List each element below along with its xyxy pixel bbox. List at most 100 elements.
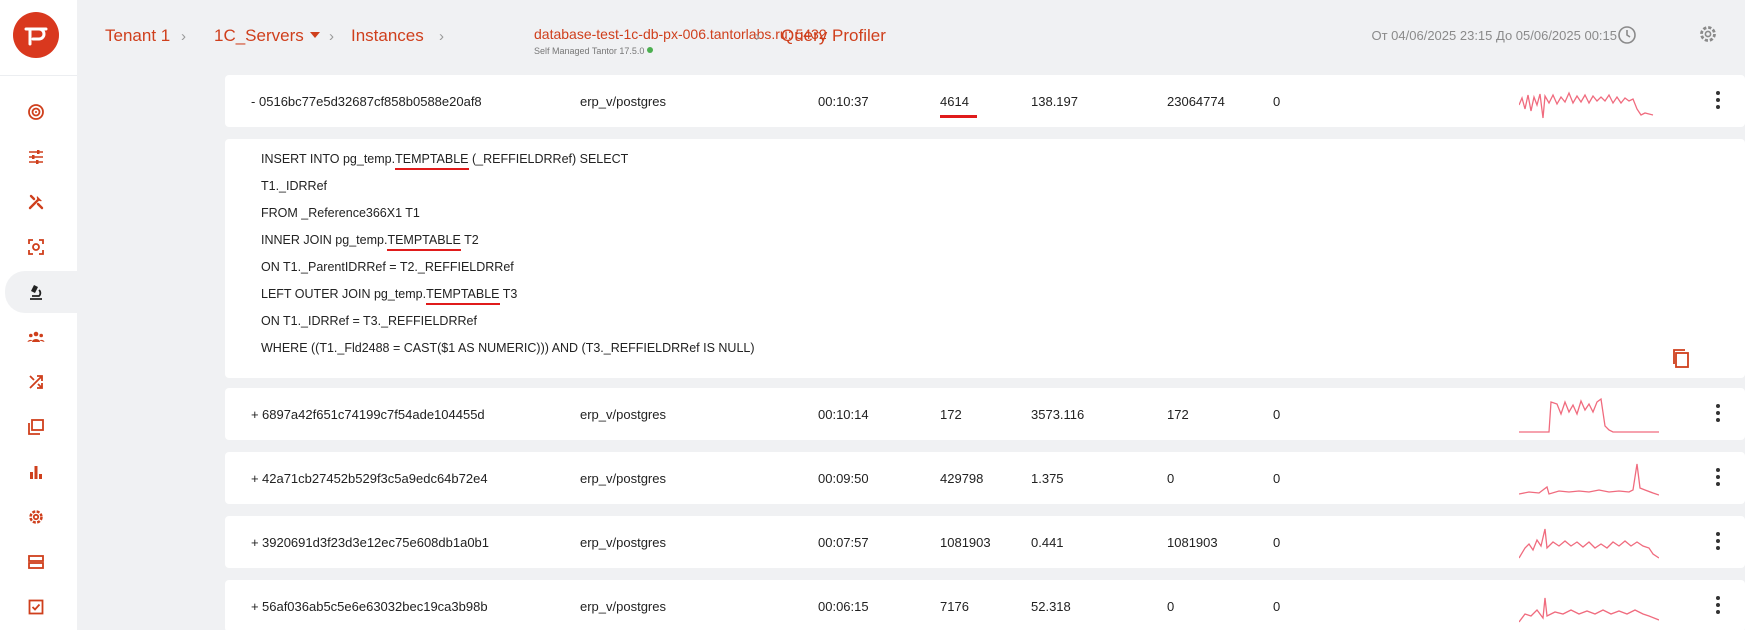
nav-scan[interactable]	[5, 226, 77, 268]
sql-line: WHERE ((T1._Fld2488 = CAST($1 AS NUMERIC…	[261, 341, 755, 355]
breadcrumb-group[interactable]: 1C_Servers	[214, 26, 320, 46]
sql-line: ON T1._IDRRef = T3._REFFIELDRRef	[261, 314, 477, 328]
breadcrumb-group-label: 1C_Servers	[214, 26, 304, 45]
calls-value: 7176	[940, 599, 969, 614]
sql-text: INSERT INTO pg_temp.	[261, 152, 396, 166]
sql-line: INSERT INTO pg_temp.TEMPTABLE (_REFFIELD…	[261, 152, 629, 170]
caret-down-icon	[309, 32, 320, 38]
table-row[interactable]: + 3920691d3f23d3e12ec75e608db1a0b1 erp_v…	[225, 516, 1745, 568]
chevron-right-icon: ›	[181, 28, 186, 45]
nav-settings[interactable]	[5, 496, 77, 538]
sql-temptable: TEMPTABLE	[395, 152, 469, 170]
other-value: 0	[1273, 599, 1281, 614]
query-id: 6897a42f651c74199c7f54ade104455d	[262, 407, 485, 422]
nav-tools[interactable]	[5, 181, 77, 223]
nav-users[interactable]	[5, 316, 77, 358]
tantor-logo-icon[interactable]	[13, 12, 59, 58]
user-db: erp_v/postgres	[580, 535, 666, 550]
top-bar: Tenant 1 › 1C_Servers › Instances › data…	[77, 0, 1745, 72]
tools-icon	[28, 194, 44, 210]
total-time: 00:07:57	[818, 535, 869, 550]
breadcrumb-tenant[interactable]: Tenant 1	[105, 26, 170, 46]
more-vertical-icon[interactable]	[1715, 402, 1721, 424]
nav-query-profiler[interactable]	[5, 271, 77, 313]
mean-time: 0.441	[1031, 535, 1064, 550]
nav-checklist[interactable]	[5, 586, 77, 628]
rows-value: 23064774	[1167, 94, 1225, 109]
sidebar	[0, 0, 77, 630]
other-value: 0	[1273, 535, 1281, 550]
server-icon	[28, 555, 44, 569]
table-row[interactable]: + 42a71cb27452b529f3c5a9edc64b72e4 erp_v…	[225, 452, 1745, 504]
layers-icon	[28, 419, 44, 435]
nav-target[interactable]	[5, 91, 77, 133]
other-value: 0	[1273, 407, 1281, 422]
sql-line: LEFT OUTER JOIN pg_temp.TEMPTABLE T3	[261, 287, 517, 305]
sql-temptable: TEMPTABLE	[426, 287, 500, 305]
logo-divider	[0, 75, 77, 76]
copy-icon[interactable]	[1671, 348, 1691, 370]
sql-line: T1._IDRRef	[261, 179, 327, 193]
row-toggle[interactable]: +	[251, 407, 259, 422]
table-row[interactable]: + 56af036ab5c5e6e63032bec19ca3b98b erp_v…	[225, 580, 1745, 630]
nav-bar-chart[interactable]	[5, 451, 77, 493]
calls-value: 4614	[940, 94, 977, 118]
total-time: 00:10:14	[818, 407, 869, 422]
microscope-icon	[30, 285, 42, 300]
sql-text: T2	[460, 233, 479, 247]
breadcrumb-instances[interactable]: Instances	[351, 26, 424, 46]
date-range[interactable]: От 04/06/2025 23:15 До 05/06/2025 00:15	[1372, 28, 1618, 43]
mean-time: 3573.116	[1031, 407, 1085, 422]
more-vertical-icon[interactable]	[1715, 594, 1721, 616]
total-time: 00:09:50	[818, 471, 869, 486]
sliders-icon	[29, 150, 43, 164]
mean-time: 52.318	[1031, 599, 1071, 614]
nav-shuffle[interactable]	[5, 361, 77, 403]
calls-value: 429798	[940, 471, 984, 486]
more-vertical-icon[interactable]	[1715, 530, 1721, 552]
row-toggle[interactable]: +	[251, 471, 259, 486]
gear-icon	[29, 510, 43, 524]
rows-value: 0	[1167, 599, 1175, 614]
row-toggle[interactable]: +	[251, 599, 259, 614]
query-id: 3920691d3f23d3e12ec75e608db1a0b1	[262, 535, 490, 550]
shuffle-icon	[29, 375, 43, 389]
chevron-right-icon: ›	[329, 28, 334, 45]
sql-line: INNER JOIN pg_temp.TEMPTABLE T2	[261, 233, 479, 251]
sql-line: FROM _Reference366X1 T1	[261, 206, 420, 220]
total-time: 00:10:37	[818, 94, 869, 109]
sparkline	[1519, 528, 1659, 559]
query-text-panel: INSERT INTO pg_temp.TEMPTABLE (_REFFIELD…	[225, 139, 1745, 378]
row-toggle[interactable]: +	[251, 535, 259, 550]
sql-text: LEFT OUTER JOIN pg_temp.	[261, 287, 427, 301]
checklist-icon	[28, 599, 44, 615]
rows-value: 0	[1167, 471, 1175, 486]
table-row[interactable]: - 0516bc77e5d32687cf858b0588e20af8 erp_v…	[225, 75, 1745, 127]
mean-time: 138.197	[1031, 94, 1078, 109]
target-icon	[28, 104, 44, 120]
chevron-right-icon: ›	[755, 28, 760, 45]
more-vertical-icon[interactable]	[1715, 466, 1721, 488]
nav-layers[interactable]	[5, 406, 77, 448]
nav-servers[interactable]	[5, 541, 77, 583]
table-row[interactable]: + 6897a42f651c74199c7f54ade104455d erp_v…	[225, 388, 1745, 440]
more-vertical-icon[interactable]	[1715, 89, 1721, 111]
chevron-right-icon: ›	[439, 28, 444, 45]
mean-time: 1.375	[1031, 471, 1064, 486]
bar-chart-icon	[30, 466, 42, 479]
users-icon	[27, 331, 45, 342]
settings-gear-icon[interactable]	[1698, 24, 1718, 44]
sparkline	[1519, 397, 1659, 433]
sql-text: (_REFFIELDRRef) SELECT	[468, 152, 629, 166]
user-db: erp_v/postgres	[580, 94, 666, 109]
query-id: 0516bc77e5d32687cf858b0588e20af8	[259, 94, 482, 109]
calls-value: 1081903	[940, 535, 991, 550]
nav-sliders[interactable]	[5, 136, 77, 178]
status-ok-icon	[647, 47, 654, 53]
other-value: 0	[1273, 94, 1281, 109]
row-toggle[interactable]: -	[251, 94, 255, 109]
user-db: erp_v/postgres	[580, 471, 666, 486]
clock-icon[interactable]	[1617, 25, 1637, 45]
sql-line: ON T1._ParentIDRRef = T2._REFFIELDRRef	[261, 260, 514, 274]
sparkline	[1519, 597, 1659, 623]
